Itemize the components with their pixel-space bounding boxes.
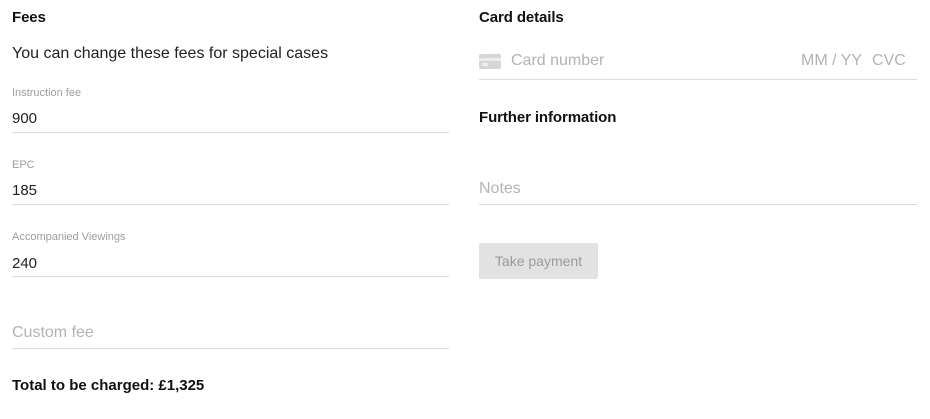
custom-fee-placeholder[interactable]: Custom fee [12,324,94,342]
notes-underline [479,204,917,205]
accompanied-viewings-input[interactable]: 240 [12,255,449,272]
card-underline [479,79,917,80]
accompanied-viewings-field[interactable]: Accompanied Viewings 240 [12,231,449,277]
notes-field[interactable]: Notes [479,176,917,206]
accompanied-viewings-underline [12,276,449,277]
instruction-fee-input[interactable]: 900 [12,110,449,127]
card-cvc-input[interactable]: CVC [872,52,906,70]
card-number-input[interactable]: Card number [511,52,604,70]
custom-fee-underline [12,348,449,349]
accompanied-viewings-label: Accompanied Viewings [12,231,126,243]
notes-placeholder[interactable]: Notes [479,180,521,198]
fees-title: Fees [12,9,46,26]
card-expiry-input[interactable]: MM / YY [801,52,862,70]
epc-underline [12,204,449,205]
take-payment-button[interactable]: Take payment [479,243,598,279]
card-details-title: Card details [479,9,564,26]
instruction-fee-label: Instruction fee [12,87,82,99]
card-input[interactable]: Card number MM / YY CVC [479,44,917,80]
epc-field[interactable]: EPC 185 [12,159,449,205]
instruction-fee-field[interactable]: Instruction fee 900 [12,87,449,133]
fees-subtitle: You can change these fees for special ca… [12,45,329,62]
further-information-title: Further information [479,109,617,126]
custom-fee-field[interactable]: Custom fee [12,320,449,350]
total-charged: Total to be charged: £1,325 [12,377,205,394]
epc-label: EPC [12,159,35,171]
credit-card-icon [479,54,501,69]
instruction-fee-underline [12,132,449,133]
epc-input[interactable]: 185 [12,182,449,199]
